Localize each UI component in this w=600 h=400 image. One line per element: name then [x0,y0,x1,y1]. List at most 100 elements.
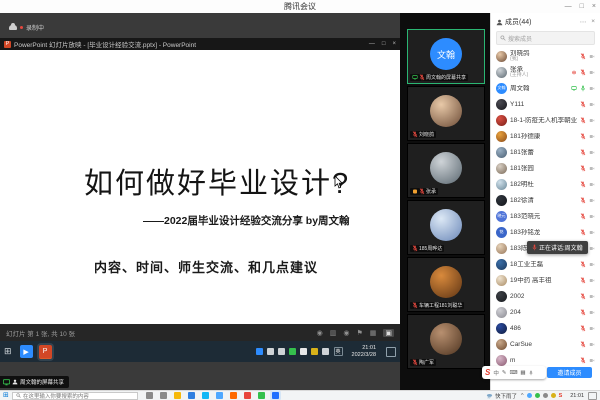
voice-input-icon[interactable] [529,370,533,376]
sogou-tray-icon[interactable]: S [559,393,563,399]
member-row[interactable]: 文翰周文翰 [491,80,600,96]
panel-more-icon[interactable]: ⋯ [580,18,587,26]
member-row[interactable]: 18-1-防疫无人机李朝业 [491,112,600,128]
mic-muted-icon [580,229,586,236]
member-row[interactable]: Y111 [491,96,600,112]
member-status-icons [580,133,595,140]
panel-close-icon[interactable]: × [591,18,595,26]
ppt-minimize-icon[interactable]: — [369,41,375,47]
ppt-restore-icon[interactable]: □ [382,41,386,47]
maximize-icon[interactable]: □ [580,0,584,13]
task-view-icon[interactable] [160,392,167,399]
cortana-icon[interactable] [146,392,153,399]
qq-icon[interactable] [202,392,209,399]
invite-members-button[interactable]: 邀请成员 [547,367,592,378]
notification-center-icon[interactable] [588,392,597,400]
member-row[interactable]: 204 [491,304,600,320]
tray-icon[interactable] [267,348,274,355]
avatar [496,259,507,270]
avatar [496,243,507,254]
wechat-icon[interactable] [258,392,265,399]
video-tile[interactable]: 185周晔达 [407,200,485,255]
netease-icon[interactable] [244,392,251,399]
ppt-close-icon[interactable]: × [392,41,396,47]
presenter-action-center-icon[interactable] [386,347,396,357]
sogou-tool-icon[interactable]: ⌨ [509,370,517,376]
member-status-icons [580,101,595,108]
sogou-tool-icon[interactable]: ▦ [520,370,525,376]
tray-icon[interactable] [278,348,285,355]
member-row[interactable]: 181张蕾 [491,144,600,160]
tile-name-label: 周文翰的屏幕共享 [410,74,468,81]
mic-muted-icon [412,359,418,366]
member-role: (主持人) [510,73,528,79]
slideshow-control-icon[interactable]: ◉ [317,329,323,337]
presenter-powerpoint-app-icon[interactable]: P [39,345,52,359]
slideshow-control-icon[interactable]: ▦ [370,329,377,337]
tray-icon[interactable] [551,393,556,398]
mic-muted-icon [580,357,586,364]
mic-on-icon [580,85,586,92]
slideshow-control-icon[interactable]: ◉ [343,329,349,337]
slide-canvas[interactable]: 如何做好毕业设计? ——2022届毕业设计经验交流分享 by周文翰 内容、时间、… [0,50,400,324]
member-row[interactable]: 张承(主持人) [491,64,600,80]
member-row[interactable]: 182徐清 [491,192,600,208]
tray-icon[interactable] [322,348,329,355]
mic-muted-icon [412,302,418,309]
tray-icon[interactable] [535,393,540,398]
member-name: 182明杜 [510,181,534,188]
member-row[interactable]: 181孙德康 [491,128,600,144]
tray-icon[interactable] [256,348,263,355]
input-method-indicator[interactable]: 英 [334,347,343,356]
presenter-meeting-app-icon[interactable]: ▶ [20,345,33,358]
slideshow-control-icon[interactable]: ⚑ [356,329,362,337]
member-name: 182徐清 [510,197,534,204]
firefox-icon[interactable] [230,392,237,399]
close-icon[interactable]: × [592,0,596,13]
mic-muted-icon [580,149,586,156]
avatar: 文翰 [430,38,462,70]
member-search-input[interactable]: 搜索成员 [496,31,595,45]
video-tile[interactable]: 车辆工程181刘聪华 [407,257,485,312]
member-row[interactable]: 2002 [491,288,600,304]
tray-chevron-icon[interactable]: ^ [521,393,524,399]
taskbar-search-input[interactable]: 在这里输入你要搜索的内容 [12,392,138,400]
tray-icon[interactable] [300,348,307,355]
start-button-icon[interactable]: ⊞ [3,391,9,400]
member-row[interactable]: 铭183孙铭龙 [491,224,600,240]
video-tile[interactable]: 陶广军 [407,314,485,369]
file-explorer-icon[interactable] [174,392,181,399]
tray-icon[interactable] [543,393,548,398]
member-name: 181张蕾 [510,149,534,156]
sogou-tool-icon[interactable]: 中 [493,369,499,377]
taskbar-clock[interactable]: 21:01 [570,393,584,399]
slideshow-control-icon[interactable]: ▣ [383,329,394,337]
member-row[interactable]: CarSue [491,336,600,352]
video-tile[interactable]: 张承 [407,143,485,198]
minimize-icon[interactable]: — [565,0,572,13]
presenter-clock[interactable]: 21:01 2022/3/28 [352,345,376,358]
tray-icon[interactable] [311,348,318,355]
member-row[interactable]: 182明杜 [491,176,600,192]
tile-name-label: 张承 [410,188,438,195]
member-row[interactable]: 晓元183范晓元 [491,208,600,224]
slideshow-control-icon[interactable]: ▥ [330,329,337,337]
video-tile[interactable]: 文翰 周文翰的屏幕共享 [407,29,485,84]
tray-icon[interactable] [289,348,296,355]
member-row[interactable]: 刘晓鸽(我) [491,48,600,64]
member-row[interactable]: 19中药 高丰祖 [491,272,600,288]
edge-icon[interactable] [188,392,195,399]
presenter-start-icon[interactable]: ⊞ [4,346,12,357]
weather-widget[interactable]: 快下雨了 [486,392,517,400]
mic-muted-icon [580,341,586,348]
member-row[interactable]: 18工业王磊 [491,256,600,272]
member-row[interactable]: 486 [491,320,600,336]
member-row[interactable]: 181张园 [491,160,600,176]
video-tile[interactable]: 刘晓鸽 [407,86,485,141]
sogou-input-bar[interactable]: S 中✎⌨▦ [482,366,546,379]
chrome-icon[interactable] [216,392,223,399]
tencent-meeting-icon[interactable] [272,392,279,399]
sogou-tool-icon[interactable]: ✎ [502,370,507,376]
tray-icon[interactable] [527,393,532,398]
member-list: 刘晓鸽(我) 张承(主持人) 文翰周文翰 Y111 18-1-防疫无人机李朝业 … [491,48,600,390]
